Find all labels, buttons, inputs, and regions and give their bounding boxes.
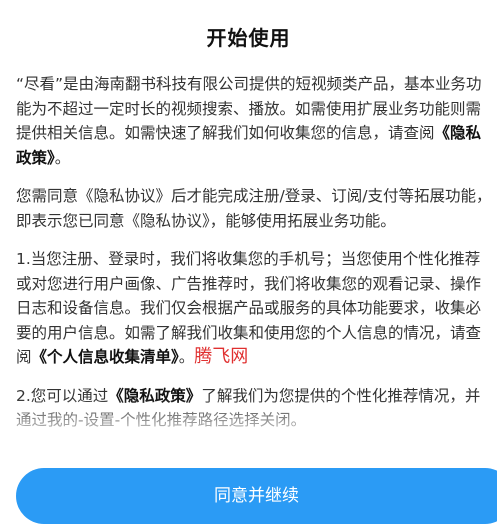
terms-content[interactable]: “尽看”是由海南翻书科技有限公司提供的短视频类产品，基本业务功能为不超过一定时长… bbox=[16, 72, 494, 440]
data-collection-tail: 。 bbox=[178, 348, 195, 366]
agreement-paragraph: 您需同意《隐私协议》后才能完成注册/登录、订阅/支付等拓展功能，即表示您已同意《… bbox=[16, 184, 494, 233]
content-fade-overlay bbox=[0, 398, 497, 446]
intro-text: “尽看”是由海南翻书科技有限公司提供的短视频类产品，基本业务功能为不超过一定时长… bbox=[16, 75, 482, 142]
intro-tail: 。 bbox=[54, 148, 71, 167]
personal-info-list-link[interactable]: 《个人信息收集清单》 bbox=[32, 348, 179, 366]
site-watermark: 腾飞网 bbox=[194, 346, 249, 367]
dialog-title: 开始使用 bbox=[206, 26, 291, 50]
data-collection-paragraph: 1.当您注册、登录时，我们将收集您的手机号；当您使用个性化推荐或对您进行用户画像… bbox=[16, 247, 494, 370]
intro-paragraph: “尽看”是由海南翻书科技有限公司提供的短视频类产品，基本业务功能为不超过一定时长… bbox=[16, 72, 494, 170]
agreement-text: 您需同意《隐私协议》后才能完成注册/登录、订阅/支付等拓展功能，即表示您已同意《… bbox=[16, 187, 492, 230]
agree-continue-button[interactable]: 同意并继续 bbox=[16, 468, 497, 524]
